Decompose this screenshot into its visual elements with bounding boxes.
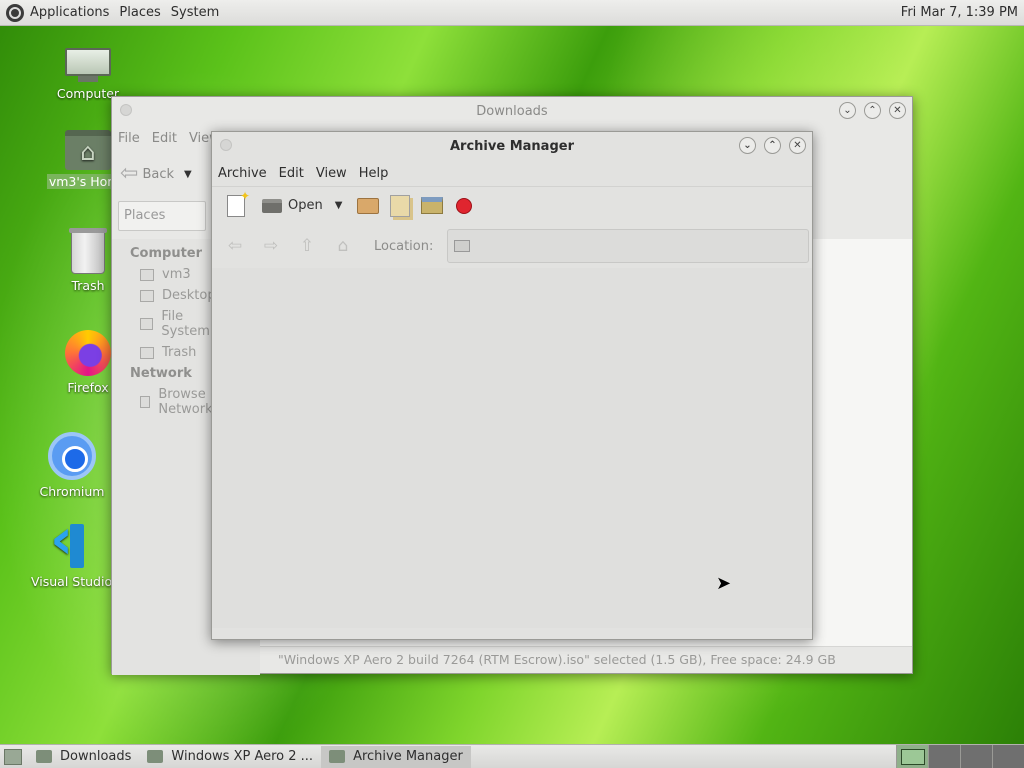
workspace-3[interactable] bbox=[960, 745, 992, 768]
places-combo[interactable]: Places bbox=[118, 201, 206, 231]
task-downloads[interactable]: Downloads bbox=[28, 746, 139, 768]
task-label: Archive Manager bbox=[353, 749, 463, 764]
network-icon bbox=[140, 396, 151, 408]
desktop-icon-label: Visual Studio Code bbox=[31, 574, 115, 589]
archive-toolbar: Open ▼ bbox=[212, 186, 812, 224]
menu-file[interactable]: File bbox=[118, 131, 140, 146]
bottom-taskbar: Downloads Windows XP Aero 2 ... Archive … bbox=[0, 744, 1024, 768]
chromium-icon bbox=[48, 432, 96, 480]
computer-icon bbox=[65, 48, 111, 82]
archive-manager-window[interactable]: Archive Manager ⌄ ⌃ ✕ Archive Edit View … bbox=[211, 131, 813, 640]
downloads-titlebar[interactable]: Downloads ⌄ ⌃ ✕ bbox=[112, 97, 912, 125]
task-label: Downloads bbox=[60, 749, 132, 764]
back-arrow-icon[interactable]: ⇦ bbox=[224, 236, 246, 256]
home-icon[interactable]: ⌂ bbox=[332, 236, 354, 256]
menu-help[interactable]: Help bbox=[359, 166, 389, 181]
open-button[interactable]: Open ▼ bbox=[254, 192, 350, 220]
close-button[interactable]: ✕ bbox=[789, 137, 806, 154]
top-panel: Applications Places System Fri Mar 7, 1:… bbox=[0, 0, 1024, 26]
archive-icon bbox=[147, 750, 164, 763]
sidebar-item-label: Desktop bbox=[162, 288, 216, 303]
workspace-switcher bbox=[896, 745, 1024, 768]
close-button[interactable]: ✕ bbox=[889, 102, 906, 119]
folder-icon bbox=[36, 750, 52, 763]
menu-edit[interactable]: Edit bbox=[152, 131, 177, 146]
drive-icon bbox=[140, 318, 154, 330]
menu-archive[interactable]: Archive bbox=[218, 166, 267, 181]
forward-arrow-icon[interactable]: ⇨ bbox=[260, 236, 282, 256]
trash-icon bbox=[69, 228, 107, 274]
add-folder-button[interactable] bbox=[418, 192, 446, 220]
extract-button[interactable] bbox=[354, 192, 382, 220]
mouse-cursor-icon: ➤ bbox=[716, 573, 732, 594]
window-title: Downloads bbox=[476, 103, 548, 119]
back-arrow-icon: ⇦ bbox=[120, 161, 139, 186]
show-desktop-icon[interactable] bbox=[4, 748, 22, 765]
archive-menubar: Archive Edit View Help bbox=[212, 160, 812, 186]
chevron-down-icon[interactable]: ▼ bbox=[335, 200, 343, 211]
new-file-icon bbox=[227, 189, 250, 217]
menu-applications[interactable]: Applications bbox=[30, 5, 109, 20]
task-iso[interactable]: Windows XP Aero 2 ... bbox=[139, 746, 321, 768]
add-files-icon bbox=[390, 194, 411, 217]
open-label: Open bbox=[288, 198, 323, 213]
stop-button[interactable] bbox=[450, 192, 478, 220]
distro-logo-icon[interactable] bbox=[6, 3, 24, 22]
open-icon bbox=[262, 198, 282, 213]
sidebar-item-label: Trash bbox=[162, 345, 197, 360]
add-files-button[interactable] bbox=[386, 192, 414, 220]
firefox-icon bbox=[65, 330, 111, 376]
workspace-1[interactable] bbox=[896, 745, 928, 768]
workspace-4[interactable] bbox=[992, 745, 1024, 768]
back-button[interactable]: ⇦ Back ▼ bbox=[120, 163, 192, 185]
vscode-icon bbox=[50, 512, 94, 568]
desktop-icon-label: Trash bbox=[71, 278, 105, 293]
task-label: Windows XP Aero 2 ... bbox=[171, 749, 314, 764]
desktop-icon-chromium[interactable]: Chromium bbox=[29, 432, 115, 502]
home-folder-icon bbox=[65, 130, 111, 170]
back-label: Back bbox=[142, 166, 174, 182]
sidebar-item-label: vm3 bbox=[162, 267, 191, 282]
task-archive-manager[interactable]: Archive Manager bbox=[321, 745, 471, 768]
maximize-button[interactable]: ⌃ bbox=[764, 137, 781, 154]
new-archive-button[interactable] bbox=[222, 189, 250, 220]
window-menu-icon[interactable] bbox=[120, 104, 132, 116]
location-bar: ⇦ ⇨ ⇧ ⌂ Location: bbox=[212, 224, 812, 268]
archive-titlebar[interactable]: Archive Manager ⌄ ⌃ ✕ bbox=[212, 132, 812, 160]
chevron-down-icon[interactable]: ▼ bbox=[184, 169, 192, 180]
stop-icon bbox=[456, 197, 473, 214]
workspace-2[interactable] bbox=[928, 745, 960, 768]
location-label: Location: bbox=[374, 238, 434, 254]
desktop-icon-vscode[interactable]: Visual Studio Code bbox=[29, 512, 115, 592]
clock[interactable]: Fri Mar 7, 1:39 PM bbox=[901, 5, 1018, 20]
archive-icon bbox=[329, 750, 346, 763]
extract-icon bbox=[357, 197, 380, 214]
window-menu-icon[interactable] bbox=[220, 139, 232, 151]
window-title: Archive Manager bbox=[450, 138, 574, 154]
location-field[interactable] bbox=[447, 229, 810, 263]
minimize-button[interactable]: ⌄ bbox=[739, 137, 756, 154]
home-icon bbox=[140, 268, 154, 281]
folder-icon bbox=[454, 240, 471, 252]
minimize-button[interactable]: ⌄ bbox=[839, 102, 856, 119]
trash-icon bbox=[140, 346, 154, 359]
desktop-icon-label: Chromium bbox=[39, 484, 105, 499]
menu-edit[interactable]: Edit bbox=[279, 166, 304, 181]
menu-system[interactable]: System bbox=[171, 5, 219, 20]
menu-places[interactable]: Places bbox=[119, 5, 160, 20]
menu-view[interactable]: View bbox=[316, 166, 347, 181]
add-folder-icon bbox=[421, 197, 444, 214]
maximize-button[interactable]: ⌃ bbox=[864, 102, 881, 119]
status-bar: "Windows XP Aero 2 build 7264 (RTM Escro… bbox=[260, 646, 912, 673]
desktop-icon-label: Firefox bbox=[67, 380, 109, 395]
desktop-icon bbox=[140, 289, 154, 302]
up-arrow-icon[interactable]: ⇧ bbox=[296, 236, 318, 256]
